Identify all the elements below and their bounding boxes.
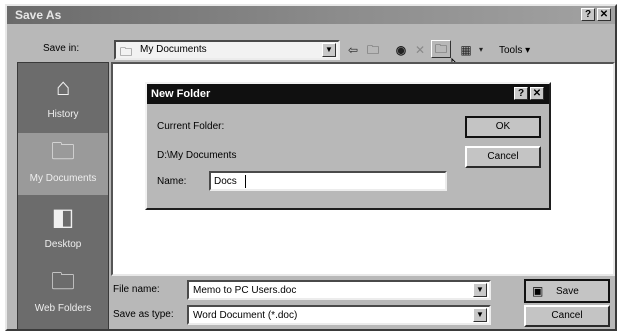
close-button[interactable]: ✕ <box>530 87 544 100</box>
new-folder-title: New Folder <box>151 88 211 100</box>
save-as-type-dropdown[interactable]: Word Document (*.doc) ▼ <box>187 305 491 325</box>
new-folder-dialog: New Folder ? ✕ Current Folder: D:\My Doc… <box>145 82 551 210</box>
folder-name-input[interactable]: Docs <box>209 171 447 191</box>
desktop-icon: ◧ <box>51 204 75 231</box>
place-desktop[interactable]: ◧ Desktop <box>18 199 108 261</box>
chevron-down-icon[interactable]: ▼ <box>473 283 487 297</box>
window-title: Save As <box>15 8 62 22</box>
new-folder-title-bar[interactable]: New Folder ? ✕ <box>147 84 549 104</box>
close-button[interactable]: ✕ <box>597 8 611 21</box>
current-folder-label: Current Folder: <box>157 121 225 132</box>
floppy-disk-icon: ▣ <box>532 284 544 298</box>
place-history[interactable]: ⌂ History <box>18 69 108 131</box>
save-as-type-label: Save as type: <box>113 309 174 320</box>
history-icon: ⌂ <box>55 74 71 101</box>
place-label: Desktop <box>44 239 82 250</box>
help-button[interactable]: ? <box>514 87 528 100</box>
web-folders-icon: 🗀 <box>51 268 75 295</box>
chevron-down-icon[interactable]: ▼ <box>473 308 487 322</box>
place-my-documents[interactable]: 🗀 My Documents <box>18 133 108 195</box>
cancel-button[interactable]: Cancel <box>524 305 610 327</box>
save-button-label: Save <box>556 286 579 297</box>
title-bar[interactable]: Save As ? ✕ <box>7 6 615 24</box>
save-in-value: My Documents <box>140 44 207 55</box>
help-button[interactable]: ? <box>581 8 595 21</box>
current-folder-path: D:\My Documents <box>157 150 237 161</box>
tools-menu[interactable]: Tools ▾ <box>499 45 530 56</box>
new-folder-icon[interactable]: 🗀 <box>431 40 451 58</box>
file-name-value: Memo to PC Users.doc <box>193 285 297 296</box>
back-icon[interactable]: ⇦ <box>345 42 361 58</box>
delete-icon[interactable]: ✕ <box>413 42 427 58</box>
name-label: Name: <box>157 176 187 187</box>
file-name-label: File name: <box>113 284 160 295</box>
folder-icon: 🗀 <box>120 45 133 59</box>
save-button[interactable]: ▣ Save <box>524 279 610 303</box>
place-label: My Documents <box>29 173 97 184</box>
folder-name-value: Docs <box>214 176 237 187</box>
place-web-folders[interactable]: 🗀 Web Folders <box>18 263 108 325</box>
views-icon[interactable]: ▦ <box>457 42 475 58</box>
save-as-type-value: Word Document (*.doc) <box>193 310 298 321</box>
places-bar: ⌂ History 🗀 My Documents ◧ Desktop 🗀 Web… <box>17 62 109 330</box>
new-folder-cancel-button[interactable]: Cancel <box>465 146 541 168</box>
views-chevron-icon[interactable]: ▾ <box>476 42 486 58</box>
my-documents-icon: 🗀 <box>51 138 75 165</box>
place-label: History <box>47 109 79 120</box>
place-label: Web Folders <box>34 303 92 314</box>
text-caret <box>245 175 246 188</box>
chevron-down-icon[interactable]: ▼ <box>322 43 336 57</box>
save-in-dropdown[interactable]: 🗀 My Documents ▼ <box>114 40 340 60</box>
up-folder-icon[interactable]: 🗀 <box>365 42 381 58</box>
file-name-input[interactable]: Memo to PC Users.doc ▼ <box>187 280 491 300</box>
search-web-icon[interactable]: ◉ <box>393 42 409 58</box>
save-in-label: Save in: <box>43 43 80 54</box>
ok-button[interactable]: OK <box>465 116 541 138</box>
